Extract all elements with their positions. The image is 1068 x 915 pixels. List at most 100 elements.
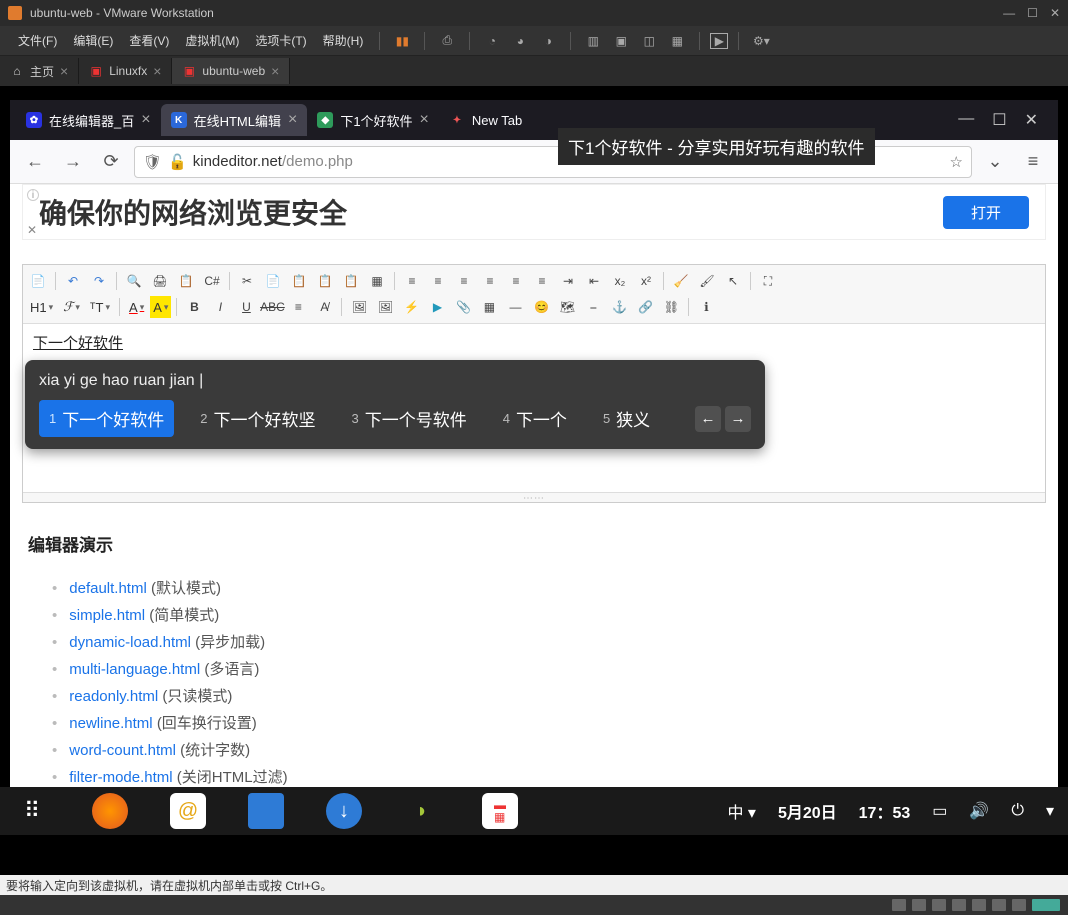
device-icon[interactable] <box>1012 899 1026 911</box>
apps-grid-icon[interactable]: ⠿ <box>14 793 50 829</box>
font-family-select[interactable]: ℱ <box>59 296 84 318</box>
close-icon[interactable]: × <box>153 63 161 79</box>
calendar-icon[interactable]: ▬▦ <box>482 793 518 829</box>
paste-text-icon[interactable]: 📋 <box>313 270 337 292</box>
strike-icon[interactable]: ABC <box>260 296 284 318</box>
vmtab-linuxfx[interactable]: ▣ Linuxfx × <box>79 58 172 84</box>
snapshot-icon[interactable]: ⎙ <box>435 31 459 51</box>
cut-icon[interactable]: ✂ <box>235 270 259 292</box>
paste-icon[interactable]: 📋 <box>287 270 311 292</box>
device-icon[interactable] <box>892 899 906 911</box>
browser-minimize[interactable]: — <box>958 110 974 130</box>
maximize-button[interactable]: ☐ <box>1027 6 1038 20</box>
minimize-button[interactable]: — <box>1003 6 1015 20</box>
demo-link[interactable]: readonly.html <box>69 688 158 705</box>
map-icon[interactable]: 🗺 <box>555 296 579 318</box>
editor-body[interactable]: 下一个好软件 xia yi ge hao ruan jian | 1下一个好软件… <box>23 324 1045 492</box>
chevron-down-icon[interactable]: ▾ <box>1046 801 1054 821</box>
bookmark-star-icon[interactable]: ☆ <box>950 153 963 171</box>
browser-tab-2[interactable]: ◆ 下1个好软件 × <box>307 104 439 136</box>
layout-4-icon[interactable]: ▦ <box>665 31 689 51</box>
browser-tab-0[interactable]: ✿ 在线编辑器_百 × <box>16 104 161 136</box>
justify-full-icon[interactable]: ≡ <box>478 270 502 292</box>
menu-icon[interactable]: ≡ <box>1018 147 1048 177</box>
undo-icon[interactable]: ↶ <box>61 270 85 292</box>
bold-icon[interactable]: B <box>182 296 206 318</box>
ad-close-icon[interactable]: ✕ <box>27 223 37 237</box>
hr-icon[interactable]: — <box>503 296 527 318</box>
text-color[interactable]: A <box>125 296 148 318</box>
line-height-icon[interactable]: ≡ <box>286 296 310 318</box>
pause-icon[interactable]: ▮▮ <box>390 31 414 51</box>
source-icon[interactable]: 📄 <box>26 270 50 292</box>
anchor-icon[interactable]: ⚓ <box>607 296 631 318</box>
superscript-icon[interactable]: x² <box>634 270 658 292</box>
clear-format-icon[interactable]: 🧹 <box>669 270 693 292</box>
device-icon[interactable] <box>972 899 986 911</box>
mail-icon[interactable]: @ <box>170 793 206 829</box>
unlink-icon[interactable]: ⛓ <box>659 296 683 318</box>
font-size-select[interactable]: ᵀT <box>86 296 114 318</box>
indent-icon[interactable]: ⇥ <box>556 270 580 292</box>
fullscreen-icon[interactable]: ▶ <box>710 33 728 49</box>
layout-1-icon[interactable]: ▥ <box>581 31 605 51</box>
tool-2[interactable]: ◕ <box>508 31 532 51</box>
file-icon[interactable]: 📎 <box>451 296 475 318</box>
browser-tab-3[interactable]: ✦ New Tab <box>439 104 532 136</box>
menu-tabs[interactable]: 选项卡(T) <box>249 30 312 51</box>
layout-2-icon[interactable]: ▣ <box>609 31 633 51</box>
redo-icon[interactable]: ↷ <box>87 270 111 292</box>
table-icon[interactable]: ▦ <box>477 296 501 318</box>
browser-close[interactable]: ✕ <box>1025 110 1038 130</box>
vmtab-ubuntu[interactable]: ▣ ubuntu-web × <box>172 58 290 84</box>
firefox-icon[interactable] <box>92 793 128 829</box>
ime-prev-icon[interactable]: ← <box>695 406 721 432</box>
tool-3[interactable]: ◑ <box>536 31 560 51</box>
device-icon[interactable] <box>1032 899 1060 911</box>
demo-link[interactable]: word-count.html <box>69 742 176 759</box>
browser-maximize[interactable]: ☐ <box>992 110 1006 130</box>
template-icon[interactable]: 📋 <box>174 270 198 292</box>
menu-help[interactable]: 帮助(H) <box>317 30 370 51</box>
list-ol-icon[interactable]: ≡ <box>504 270 528 292</box>
demo-link[interactable]: filter-mode.html <box>69 769 172 786</box>
ime-indicator[interactable]: 中 ▾ <box>727 799 755 823</box>
bg-color[interactable]: A <box>150 296 171 318</box>
justify-right-icon[interactable]: ≡ <box>452 270 476 292</box>
reload-button[interactable]: ⟳ <box>96 147 126 177</box>
volume-icon[interactable]: 🔊 <box>969 801 989 821</box>
menu-file[interactable]: 文件(F) <box>12 30 63 51</box>
justify-center-icon[interactable]: ≡ <box>426 270 450 292</box>
device-icon[interactable] <box>932 899 946 911</box>
device-icon[interactable] <box>912 899 926 911</box>
back-button[interactable]: ← <box>20 147 50 177</box>
ad-open-button[interactable]: 打开 <box>943 196 1029 229</box>
underline-icon[interactable]: U <box>234 296 258 318</box>
demo-link[interactable]: dynamic-load.html <box>69 634 191 651</box>
power-icon[interactable]: ⏻ <box>1011 802 1024 820</box>
subscript-icon[interactable]: x₂ <box>608 270 632 292</box>
layout-3-icon[interactable]: ◫ <box>637 31 661 51</box>
print-icon[interactable]: 🖨 <box>148 270 172 292</box>
justify-left-icon[interactable]: ≡ <box>400 270 424 292</box>
fullscreen-icon[interactable]: ⛶ <box>756 270 780 292</box>
resize-handle[interactable]: ⋯⋯ <box>23 492 1045 502</box>
ad-info-icon[interactable]: i <box>27 189 39 201</box>
about-icon[interactable]: ℹ <box>694 296 718 318</box>
ime-candidate-1[interactable]: 1下一个好软件 <box>39 400 174 437</box>
vmtab-home[interactable]: ⌂ 主页 × <box>0 58 79 84</box>
menu-view[interactable]: 查看(V) <box>123 30 175 51</box>
list-ul-icon[interactable]: ≡ <box>530 270 554 292</box>
preview-icon[interactable]: 🔍 <box>122 270 146 292</box>
pagebreak-icon[interactable]: ⎯ <box>581 296 605 318</box>
multi-image-icon[interactable]: 🖼 <box>373 296 397 318</box>
remove-format-icon[interactable]: A̸ <box>312 296 336 318</box>
demo-link[interactable]: newline.html <box>69 715 152 732</box>
ime-candidate-3[interactable]: 3下一个号软件 <box>341 400 476 437</box>
select-all-icon[interactable]: ▦ <box>365 270 389 292</box>
close-icon[interactable]: × <box>288 111 297 129</box>
media-icon[interactable]: ▶ <box>425 296 449 318</box>
forward-button[interactable]: → <box>58 147 88 177</box>
emoji-icon[interactable]: 😊 <box>529 296 553 318</box>
ime-next-icon[interactable]: → <box>725 406 751 432</box>
